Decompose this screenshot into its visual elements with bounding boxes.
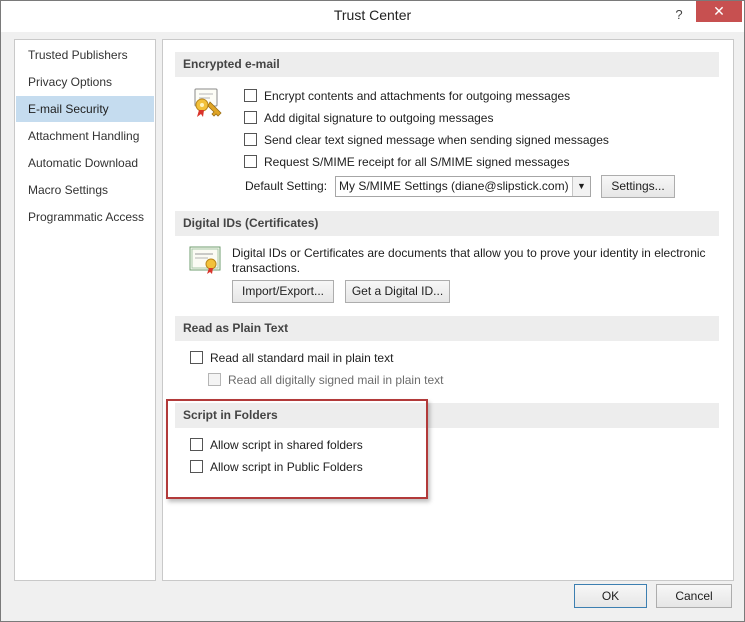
checkbox-box[interactable] — [244, 133, 257, 146]
certificate-icon — [189, 246, 221, 274]
request-smime-receipt-label: Request S/MIME receipt for all S/MIME si… — [264, 155, 570, 169]
section-header-digital-ids: Digital IDs (Certificates) — [175, 211, 719, 236]
close-icon: ✕ — [713, 3, 725, 19]
default-setting-value: My S/MIME Settings (diane@slipstick.com) — [339, 179, 569, 193]
checkbox-box[interactable] — [190, 351, 203, 364]
cancel-button[interactable]: Cancel — [656, 584, 732, 608]
settings-button[interactable]: Settings... — [601, 175, 675, 198]
ok-button[interactable]: OK — [574, 584, 647, 608]
send-clear-text-checkbox[interactable]: Send clear text signed message when send… — [244, 131, 609, 149]
read-signed-plain-text-checkbox: Read all digitally signed mail in plain … — [208, 371, 443, 389]
nav-item-automatic-download[interactable]: Automatic Download — [16, 150, 154, 176]
settings-panel: Encrypted e-mail Encrypt contents and at… — [162, 39, 734, 581]
digital-ids-description: Digital IDs or Certificates are document… — [232, 246, 706, 275]
checkbox-box[interactable] — [244, 89, 257, 102]
highlight-annotation-box — [166, 399, 428, 499]
title-bar: Trust Center ? ✕ — [1, 1, 744, 32]
send-clear-text-label: Send clear text signed message when send… — [264, 133, 609, 147]
checkbox-box[interactable] — [244, 111, 257, 124]
help-button[interactable]: ? — [669, 5, 689, 25]
nav-item-programmatic-access[interactable]: Programmatic Access — [16, 204, 154, 230]
window-title: Trust Center — [333, 7, 412, 23]
nav-item-macro-settings[interactable]: Macro Settings — [16, 177, 154, 203]
get-digital-id-button[interactable]: Get a Digital ID... — [345, 280, 450, 303]
read-signed-plain-text-label: Read all digitally signed mail in plain … — [228, 373, 444, 387]
category-nav: Trusted Publishers Privacy Options E-mai… — [14, 39, 156, 581]
add-digital-signature-label: Add digital signature to outgoing messag… — [264, 111, 494, 125]
read-standard-plain-text-label: Read all standard mail in plain text — [210, 351, 394, 365]
checkbox-box — [208, 373, 221, 386]
encrypt-contents-checkbox[interactable]: Encrypt contents and attachments for out… — [244, 87, 570, 105]
section-header-encrypted-email: Encrypted e-mail — [175, 52, 719, 77]
certificate-key-icon — [194, 88, 222, 117]
section-header-plain-text: Read as Plain Text — [175, 316, 719, 341]
read-standard-plain-text-checkbox[interactable]: Read all standard mail in plain text — [190, 349, 393, 367]
default-setting-label: Default Setting: — [245, 179, 328, 193]
close-button[interactable]: ✕ — [696, 1, 742, 22]
encrypt-contents-label: Encrypt contents and attachments for out… — [264, 89, 571, 103]
import-export-button[interactable]: Import/Export... — [232, 280, 334, 303]
chevron-down-icon[interactable]: ▼ — [572, 177, 590, 196]
nav-item-privacy-options[interactable]: Privacy Options — [16, 69, 154, 95]
request-smime-receipt-checkbox[interactable]: Request S/MIME receipt for all S/MIME si… — [244, 153, 569, 171]
nav-item-trusted-publishers[interactable]: Trusted Publishers — [16, 42, 154, 68]
trust-center-dialog: Trust Center ? ✕ Trusted Publishers Priv… — [0, 0, 745, 622]
default-setting-select[interactable]: My S/MIME Settings (diane@slipstick.com)… — [335, 176, 591, 197]
add-digital-signature-checkbox[interactable]: Add digital signature to outgoing messag… — [244, 109, 493, 127]
nav-item-attachment-handling[interactable]: Attachment Handling — [16, 123, 154, 149]
nav-item-email-security[interactable]: E-mail Security — [16, 96, 154, 122]
checkbox-box[interactable] — [244, 155, 257, 168]
